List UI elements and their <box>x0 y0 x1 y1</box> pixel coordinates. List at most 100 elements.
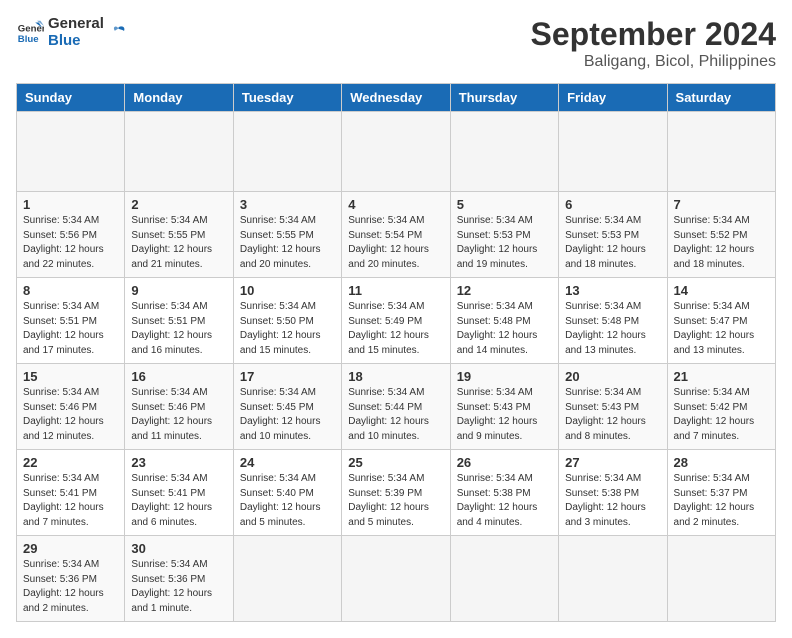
calendar-cell: 26Sunrise: 5:34 AM Sunset: 5:38 PM Dayli… <box>450 450 558 536</box>
calendar-cell <box>17 112 125 192</box>
day-number: 14 <box>674 283 769 298</box>
calendar-cell: 9 Sunrise: 5:34 AM Sunset: 5:51 PM Daylig… <box>125 278 233 364</box>
day-info: Sunrise: 5:34 AM Sunset: 5:46 PM Dayligh… <box>23 386 118 444</box>
calendar-table: SundayMondayTuesdayWednesdayThursdayFrid… <box>16 83 776 622</box>
calendar-cell <box>342 112 450 192</box>
calendar-cell: 23 Sunrise: 5:34 AM Sunset: 5:41 PM Dayli… <box>125 450 233 536</box>
calendar-cell: 28 Sunrise: 5:34 AM Sunset: 5:37 PM Dayli… <box>667 450 775 536</box>
day-info: Sunrise: 5:34 AM Sunset: 5:42 PM Dayligh… <box>674 386 769 444</box>
day-number: 23 <box>131 455 226 470</box>
calendar-week-row: 29Sunrise: 5:34 AM Sunset: 5:36 PM Dayli… <box>17 536 776 622</box>
day-info: Sunrise: 5:34 AM Sunset: 5:53 PM Dayligh… <box>457 214 552 272</box>
weekday-header-tuesday: Tuesday <box>233 84 341 112</box>
calendar-cell <box>559 112 667 192</box>
calendar-cell <box>233 536 341 622</box>
day-info: Sunrise: 5:34 AM Sunset: 5:55 PM Dayligh… <box>240 214 335 272</box>
day-number: 8 <box>23 283 118 298</box>
day-info: Sunrise: 5:34 AM Sunset: 5:43 PM Dayligh… <box>457 386 552 444</box>
day-number: 22 <box>23 455 118 470</box>
calendar-cell: 4Sunrise: 5:34 AM Sunset: 5:54 PM Daylig… <box>342 192 450 278</box>
calendar-cell: 29Sunrise: 5:34 AM Sunset: 5:36 PM Dayli… <box>17 536 125 622</box>
day-number: 25 <box>348 455 443 470</box>
calendar-cell: 3Sunrise: 5:34 AM Sunset: 5:55 PM Daylig… <box>233 192 341 278</box>
calendar-cell: 6Sunrise: 5:34 AM Sunset: 5:53 PM Daylig… <box>559 192 667 278</box>
day-info: Sunrise: 5:34 AM Sunset: 5:51 PM Dayligh… <box>23 300 118 358</box>
calendar-cell: 22 Sunrise: 5:34 AM Sunset: 5:41 PM Dayli… <box>17 450 125 536</box>
calendar-cell: 19 Sunrise: 5:34 AM Sunset: 5:43 PM Dayli… <box>450 364 558 450</box>
day-number: 11 <box>348 283 443 298</box>
day-info: Sunrise: 5:34 AM Sunset: 5:41 PM Dayligh… <box>131 472 226 530</box>
weekday-header-sunday: Sunday <box>17 84 125 112</box>
calendar-cell <box>342 536 450 622</box>
day-number: 28 <box>674 455 769 470</box>
day-number: 9 <box>131 283 226 298</box>
day-number: 17 <box>240 369 335 384</box>
day-number: 21 <box>674 369 769 384</box>
svg-text:Blue: Blue <box>18 33 39 44</box>
location-title: Baligang, Bicol, Philippines <box>531 53 776 71</box>
day-number: 15 <box>23 369 118 384</box>
day-number: 4 <box>348 197 443 212</box>
day-info: Sunrise: 5:34 AM Sunset: 5:36 PM Dayligh… <box>131 558 226 616</box>
day-number: 7 <box>674 197 769 212</box>
day-info: Sunrise: 5:34 AM Sunset: 5:55 PM Dayligh… <box>131 214 226 272</box>
day-info: Sunrise: 5:34 AM Sunset: 5:46 PM Dayligh… <box>131 386 226 444</box>
weekday-header-row: SundayMondayTuesdayWednesdayThursdayFrid… <box>17 84 776 112</box>
day-number: 27 <box>565 455 660 470</box>
calendar-cell: 30 Sunrise: 5:34 AM Sunset: 5:36 PM Dayli… <box>125 536 233 622</box>
day-info: Sunrise: 5:34 AM Sunset: 5:44 PM Dayligh… <box>348 386 443 444</box>
day-info: Sunrise: 5:34 AM Sunset: 5:37 PM Dayligh… <box>674 472 769 530</box>
day-number: 24 <box>240 455 335 470</box>
day-number: 20 <box>565 369 660 384</box>
day-info: Sunrise: 5:34 AM Sunset: 5:40 PM Dayligh… <box>240 472 335 530</box>
day-info: Sunrise: 5:34 AM Sunset: 5:38 PM Dayligh… <box>565 472 660 530</box>
day-info: Sunrise: 5:34 AM Sunset: 5:38 PM Dayligh… <box>457 472 552 530</box>
weekday-header-thursday: Thursday <box>450 84 558 112</box>
calendar-cell: 7 Sunrise: 5:34 AM Sunset: 5:52 PM Daylig… <box>667 192 775 278</box>
day-info: Sunrise: 5:34 AM Sunset: 5:48 PM Dayligh… <box>457 300 552 358</box>
calendar-cell: 21 Sunrise: 5:34 AM Sunset: 5:42 PM Dayli… <box>667 364 775 450</box>
day-number: 1 <box>23 197 118 212</box>
calendar-cell: 14 Sunrise: 5:34 AM Sunset: 5:47 PM Dayli… <box>667 278 775 364</box>
calendar-cell: 18 Sunrise: 5:34 AM Sunset: 5:44 PM Dayli… <box>342 364 450 450</box>
day-number: 12 <box>457 283 552 298</box>
day-info: Sunrise: 5:34 AM Sunset: 5:41 PM Dayligh… <box>23 472 118 530</box>
calendar-week-row: 15 Sunrise: 5:34 AM Sunset: 5:46 PM Dayli… <box>17 364 776 450</box>
calendar-cell: 15 Sunrise: 5:34 AM Sunset: 5:46 PM Dayli… <box>17 364 125 450</box>
calendar-cell <box>559 536 667 622</box>
day-info: Sunrise: 5:34 AM Sunset: 5:43 PM Dayligh… <box>565 386 660 444</box>
day-info: Sunrise: 5:34 AM Sunset: 5:45 PM Dayligh… <box>240 386 335 444</box>
day-number: 19 <box>457 369 552 384</box>
day-info: Sunrise: 5:34 AM Sunset: 5:51 PM Dayligh… <box>131 300 226 358</box>
day-number: 30 <box>131 541 226 556</box>
logo: General Blue General Blue <box>16 16 128 49</box>
calendar-cell: 8 Sunrise: 5:34 AM Sunset: 5:51 PM Daylig… <box>17 278 125 364</box>
day-number: 13 <box>565 283 660 298</box>
calendar-cell: 17 Sunrise: 5:34 AM Sunset: 5:45 PM Dayli… <box>233 364 341 450</box>
calendar-cell: 11Sunrise: 5:34 AM Sunset: 5:49 PM Dayli… <box>342 278 450 364</box>
day-info: Sunrise: 5:34 AM Sunset: 5:52 PM Dayligh… <box>674 214 769 272</box>
page-header: General Blue General Blue September 2024… <box>16 16 776 71</box>
day-number: 18 <box>348 369 443 384</box>
calendar-week-row <box>17 112 776 192</box>
day-number: 2 <box>131 197 226 212</box>
weekday-header-monday: Monday <box>125 84 233 112</box>
month-title: September 2024 <box>531 16 776 53</box>
calendar-cell: 12 Sunrise: 5:34 AM Sunset: 5:48 PM Dayli… <box>450 278 558 364</box>
day-info: Sunrise: 5:34 AM Sunset: 5:48 PM Dayligh… <box>565 300 660 358</box>
calendar-cell: 25Sunrise: 5:34 AM Sunset: 5:39 PM Dayli… <box>342 450 450 536</box>
calendar-cell: 10Sunrise: 5:34 AM Sunset: 5:50 PM Dayli… <box>233 278 341 364</box>
calendar-cell <box>450 536 558 622</box>
logo-bird-icon <box>108 23 128 43</box>
calendar-week-row: 22 Sunrise: 5:34 AM Sunset: 5:41 PM Dayli… <box>17 450 776 536</box>
calendar-week-row: 8 Sunrise: 5:34 AM Sunset: 5:51 PM Daylig… <box>17 278 776 364</box>
day-number: 6 <box>565 197 660 212</box>
calendar-week-row: 1Sunrise: 5:34 AM Sunset: 5:56 PM Daylig… <box>17 192 776 278</box>
calendar-cell <box>667 112 775 192</box>
calendar-cell: 16 Sunrise: 5:34 AM Sunset: 5:46 PM Dayli… <box>125 364 233 450</box>
day-info: Sunrise: 5:34 AM Sunset: 5:50 PM Dayligh… <box>240 300 335 358</box>
day-info: Sunrise: 5:34 AM Sunset: 5:47 PM Dayligh… <box>674 300 769 358</box>
day-number: 16 <box>131 369 226 384</box>
logo-blue: Blue <box>48 33 104 50</box>
calendar-cell: 20 Sunrise: 5:34 AM Sunset: 5:43 PM Dayli… <box>559 364 667 450</box>
